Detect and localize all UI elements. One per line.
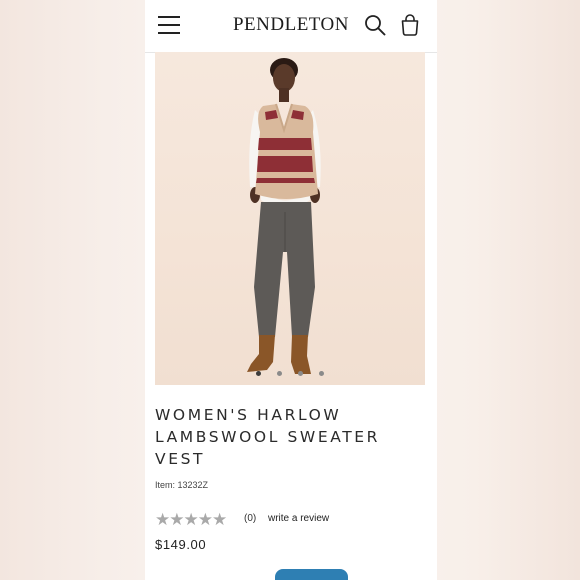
gallery-dot[interactable]	[277, 371, 282, 376]
add-to-bag-button[interactable]	[275, 569, 348, 580]
item-number-value: 13232Z	[177, 480, 209, 490]
rating-count: (0)	[244, 513, 257, 524]
gallery-dot[interactable]	[319, 371, 324, 376]
item-number: Item: 13232Z	[155, 480, 208, 490]
gallery-dot[interactable]	[298, 371, 303, 376]
shopping-bag-icon[interactable]	[400, 14, 420, 36]
brand-logo[interactable]: PENDLETON	[145, 14, 437, 36]
product-image[interactable]	[155, 52, 425, 385]
search-icon[interactable]	[364, 14, 386, 36]
site-header: PENDLETON	[145, 0, 437, 53]
product-photo-illustration	[247, 58, 321, 374]
product-price: $149.00	[155, 537, 207, 552]
mobile-viewport: PENDLETON WOMEN'S HARLOW LAMBSWOOL SWEAT…	[145, 0, 437, 580]
gallery-pagination	[155, 363, 425, 381]
gallery-dot[interactable]	[256, 371, 261, 376]
star-rating-icon[interactable]: ★★★★★	[155, 510, 227, 530]
item-label: Item:	[155, 480, 176, 490]
product-title: WOMEN'S HARLOW LAMBSWOOL SWEATER VEST	[155, 406, 381, 468]
write-review-link[interactable]: write a review	[268, 513, 329, 524]
